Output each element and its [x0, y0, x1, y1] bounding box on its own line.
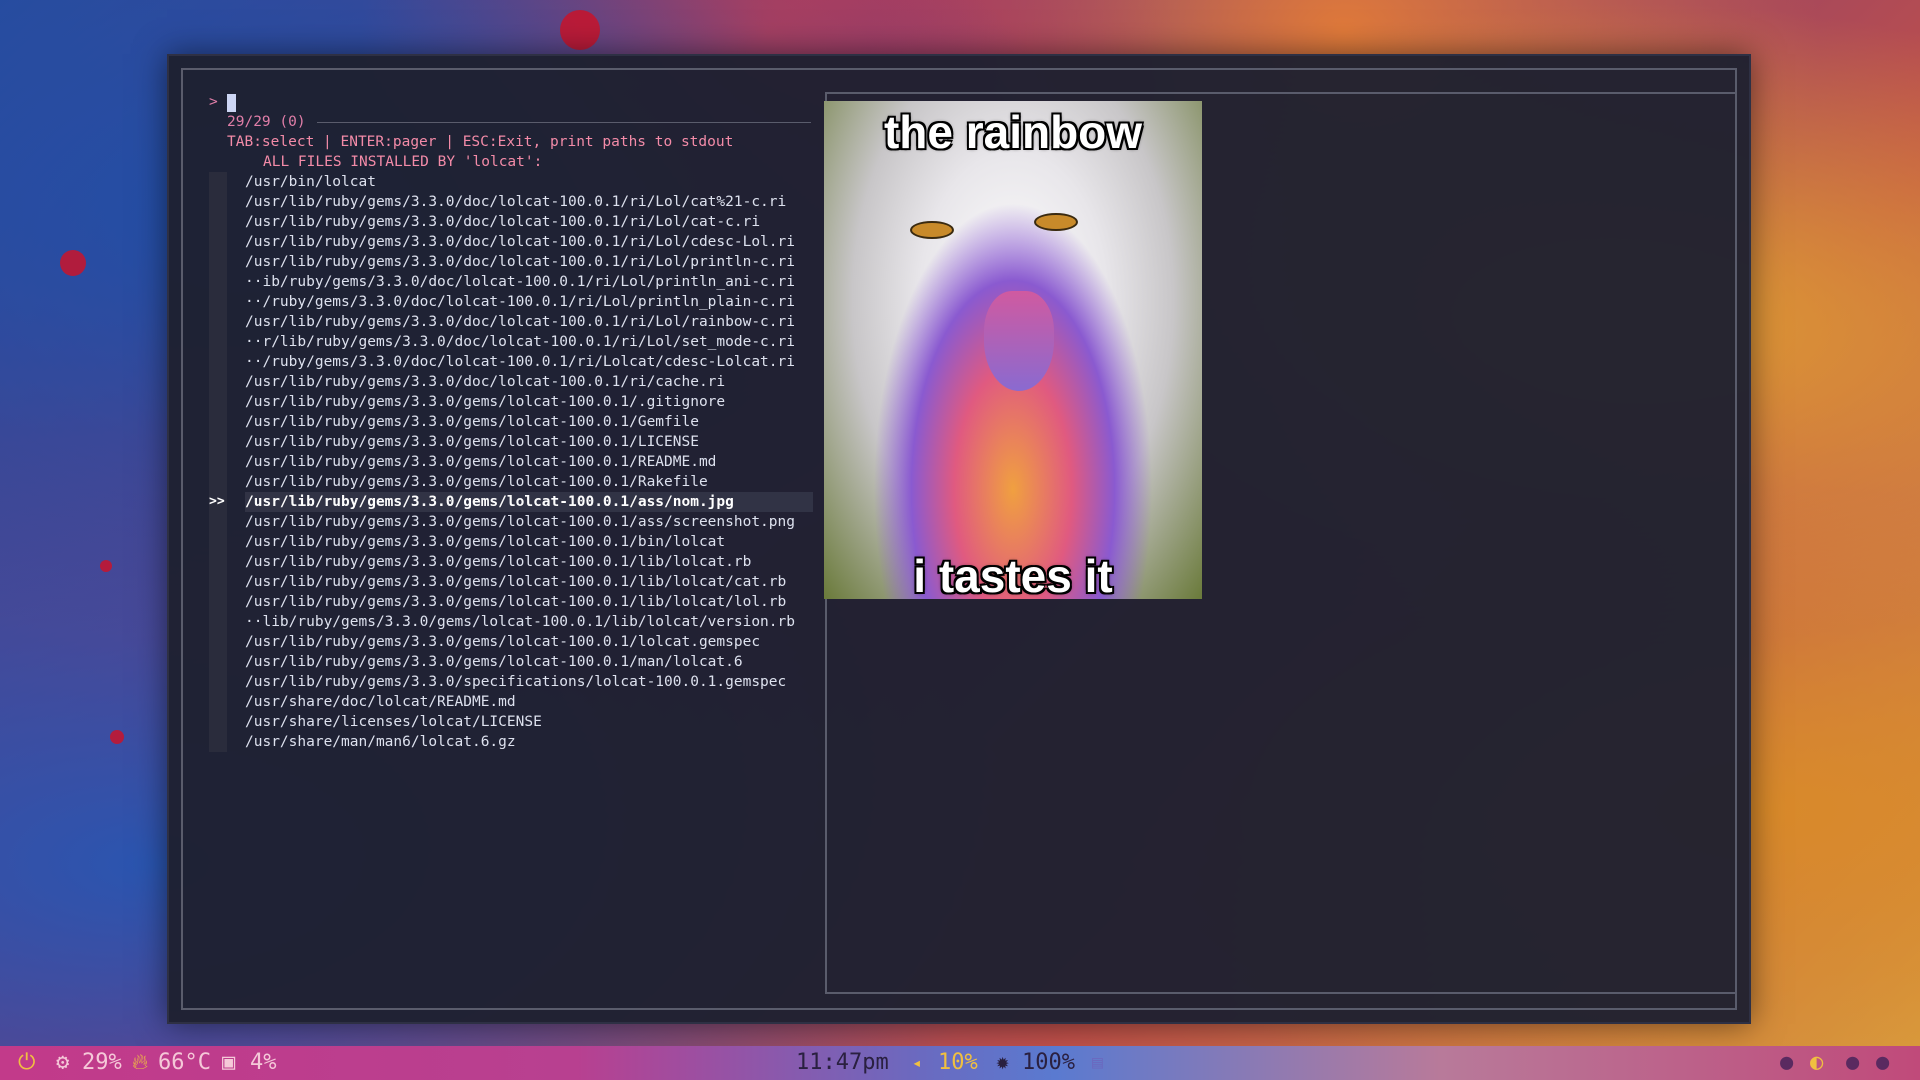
- flame-icon: 🔥︎: [132, 1050, 149, 1075]
- memory-icon: ▣: [222, 1050, 236, 1075]
- match-count: 29/29 (0): [227, 114, 306, 130]
- file-list-item[interactable]: /usr/lib/ruby/gems/3.3.0/gems/lolcat-100…: [245, 412, 813, 432]
- prompt-symbol: >: [209, 94, 218, 110]
- query-input-cursor[interactable]: [227, 94, 236, 112]
- file-list-item[interactable]: ··r/lib/ruby/gems/3.3.0/doc/lolcat-100.0…: [245, 332, 813, 352]
- workspace-ghost-icon[interactable]: ●: [1846, 1046, 1859, 1080]
- meme-caption-top: the rainbow: [883, 106, 1143, 158]
- memory-usage: 4%: [250, 1050, 277, 1075]
- file-list-item[interactable]: ··lib/ruby/gems/3.3.0/gems/lolcat-100.0.…: [245, 612, 813, 632]
- file-list-item[interactable]: ··ib/ruby/gems/3.3.0/doc/lolcat-100.0.1/…: [245, 272, 813, 292]
- file-list-item[interactable]: /usr/share/man/man6/lolcat.6.gz: [245, 732, 813, 752]
- file-list-item[interactable]: /usr/lib/ruby/gems/3.3.0/gems/lolcat-100…: [245, 572, 813, 592]
- brightness-icon[interactable]: ✹: [996, 1046, 1009, 1080]
- cat-eye-left: [910, 221, 954, 239]
- selection-gutter: [209, 172, 227, 752]
- wallpaper-splat: [110, 730, 124, 744]
- pacman-icon[interactable]: ◐: [1810, 1046, 1823, 1080]
- wallpaper-splat: [560, 10, 600, 50]
- fuzzy-finder-pane[interactable]: > 29/29 (0) TAB:select | ENTER:pager | E…: [209, 92, 819, 812]
- file-list-item[interactable]: /usr/bin/lolcat: [245, 172, 813, 192]
- file-list-item[interactable]: ··/ruby/gems/3.3.0/doc/lolcat-100.0.1/ri…: [245, 292, 813, 312]
- file-list-item[interactable]: /usr/lib/ruby/gems/3.3.0/gems/lolcat-100…: [245, 512, 813, 532]
- volume-level[interactable]: 10%: [938, 1046, 978, 1080]
- file-list-item[interactable]: /usr/share/licenses/lolcat/LICENSE: [245, 712, 813, 732]
- file-list-item[interactable]: /usr/lib/ruby/gems/3.3.0/specifications/…: [245, 672, 813, 692]
- selection-marker: >>: [209, 494, 225, 509]
- file-list-item[interactable]: ··/ruby/gems/3.3.0/doc/lolcat-100.0.1/ri…: [245, 352, 813, 372]
- meme-caption-bottom: i tastes it: [913, 550, 1113, 599]
- file-list-item[interactable]: /usr/lib/ruby/gems/3.3.0/gems/lolcat-100…: [245, 592, 813, 612]
- workspace-ghost-icon[interactable]: ●: [1780, 1046, 1793, 1080]
- file-list-item[interactable]: /usr/lib/ruby/gems/3.3.0/gems/lolcat-100…: [245, 632, 813, 652]
- cat-tongue: [984, 291, 1054, 391]
- file-list-item[interactable]: /usr/share/doc/lolcat/README.md: [245, 692, 813, 712]
- file-list-item[interactable]: /usr/lib/ruby/gems/3.3.0/gems/lolcat-100…: [245, 552, 813, 572]
- file-list-item[interactable]: /usr/lib/ruby/gems/3.3.0/doc/lolcat-100.…: [245, 192, 813, 212]
- brightness-level[interactable]: 100%: [1022, 1046, 1075, 1080]
- status-bar: ⏻ ⚙ 29% 🔥︎ 66°C ▣ 4% 11:47pm ◂ 10% ✹ 100…: [0, 1046, 1920, 1080]
- file-list-item[interactable]: /usr/lib/ruby/gems/3.3.0/gems/lolcat-100…: [245, 452, 813, 472]
- wallpaper-splat: [100, 560, 112, 572]
- list-header: ALL FILES INSTALLED BY 'lolcat':: [263, 154, 543, 170]
- wallpaper-splat: [60, 250, 86, 276]
- key-help-text: TAB:select | ENTER:pager | ESC:Exit, pri…: [227, 134, 734, 150]
- image-preview: the rainbow i tastes it: [824, 101, 1202, 599]
- file-list-item[interactable]: /usr/lib/ruby/gems/3.3.0/gems/lolcat-100…: [245, 492, 813, 512]
- file-list-item[interactable]: /usr/lib/ruby/gems/3.3.0/doc/lolcat-100.…: [245, 312, 813, 332]
- file-list-item[interactable]: /usr/lib/ruby/gems/3.3.0/doc/lolcat-100.…: [245, 252, 813, 272]
- cpu-usage: 29%: [82, 1050, 122, 1075]
- file-list-item[interactable]: /usr/lib/ruby/gems/3.3.0/gems/lolcat-100…: [245, 432, 813, 452]
- cat-eye-right: [1034, 213, 1078, 231]
- clock[interactable]: 11:47pm: [796, 1046, 889, 1080]
- file-list-item[interactable]: /usr/lib/ruby/gems/3.3.0/doc/lolcat-100.…: [245, 372, 813, 392]
- file-list-item[interactable]: /usr/lib/ruby/gems/3.3.0/gems/lolcat-100…: [245, 652, 813, 672]
- cpu-temperature: 66°C: [158, 1050, 211, 1075]
- file-list-item[interactable]: /usr/lib/ruby/gems/3.3.0/doc/lolcat-100.…: [245, 232, 813, 252]
- file-list-item[interactable]: /usr/lib/ruby/gems/3.3.0/gems/lolcat-100…: [245, 392, 813, 412]
- clipboard-icon[interactable]: ▤: [1092, 1046, 1103, 1080]
- power-icon[interactable]: ⏻: [18, 1046, 35, 1080]
- speaker-icon[interactable]: ◂: [912, 1046, 922, 1080]
- cpu-icon: ⚙: [56, 1050, 70, 1075]
- file-list-item[interactable]: /usr/lib/ruby/gems/3.3.0/gems/lolcat-100…: [245, 532, 813, 552]
- file-list-item[interactable]: /usr/lib/ruby/gems/3.3.0/gems/lolcat-100…: [245, 472, 813, 492]
- workspace-ghost-icon[interactable]: ●: [1876, 1046, 1889, 1080]
- file-list-item[interactable]: /usr/lib/ruby/gems/3.3.0/doc/lolcat-100.…: [245, 212, 813, 232]
- count-divider: [317, 122, 811, 123]
